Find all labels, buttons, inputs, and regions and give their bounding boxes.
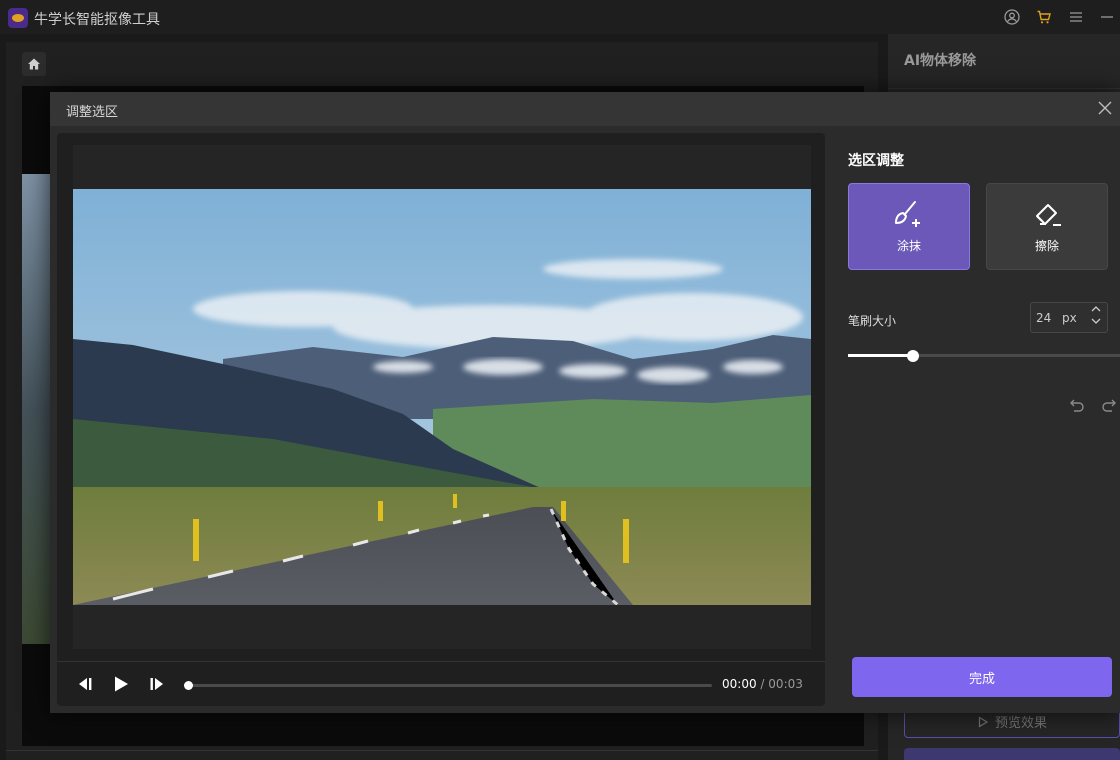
duration: 00:03: [768, 677, 803, 691]
close-icon[interactable]: [1096, 99, 1114, 117]
minimize-icon[interactable]: [1098, 8, 1116, 26]
seek-bar[interactable]: [184, 681, 712, 690]
cart-icon[interactable]: [1035, 8, 1053, 26]
current-time: 00:00: [722, 677, 757, 691]
video-panel: 00:00 / 00:03: [57, 133, 825, 706]
dialog-title: 调整选区: [66, 105, 119, 120]
brush-size-slider-handle[interactable]: [907, 350, 919, 362]
main-video-frame: [22, 174, 52, 644]
undo-icon[interactable]: [1068, 396, 1086, 414]
brush-tool-label: 涂抹: [896, 239, 921, 253]
selection-tools-panel: 选区调整 涂抹 擦除 笔刷大小 24 px 完成: [832, 126, 1120, 713]
video-frame[interactable]: [73, 189, 811, 605]
brush-icon: [895, 201, 920, 227]
erase-tool-label: 擦除: [1034, 239, 1059, 253]
home-icon: [28, 58, 40, 70]
home-button[interactable]: [22, 52, 46, 76]
divider: [888, 88, 1120, 89]
seek-handle[interactable]: [184, 681, 193, 690]
app-logo: [8, 8, 28, 28]
menu-icon[interactable]: [1067, 8, 1085, 26]
tools-title: 选区调整: [848, 153, 904, 169]
landscape-frame: [73, 189, 811, 605]
brush-size-slider-fill: [848, 354, 913, 357]
previous-frame-icon[interactable]: [75, 674, 95, 694]
brush-size-label: 笔刷大小: [848, 314, 897, 328]
title-bar: 牛学长智能抠像工具: [0, 0, 1120, 34]
erase-tool-button[interactable]: 擦除: [986, 183, 1108, 270]
preview-label: 预览效果: [994, 716, 1047, 731]
play-icon[interactable]: [111, 674, 131, 694]
dialog-header: 调整选区: [50, 92, 1120, 126]
app-title: 牛学长智能抠像工具: [34, 12, 160, 28]
redo-icon[interactable]: [1100, 396, 1118, 414]
side-panel-title: AI物体移除: [904, 53, 977, 69]
brush-tool-button[interactable]: 涂抹: [848, 183, 970, 270]
brush-size-unit: px: [1062, 311, 1077, 325]
chevron-up-icon[interactable]: [1091, 305, 1101, 313]
time-display: 00:00 / 00:03: [722, 677, 803, 691]
user-icon[interactable]: [1003, 8, 1021, 26]
player-controls: 00:00 / 00:03: [57, 661, 825, 706]
chevron-down-icon[interactable]: [1091, 317, 1101, 325]
brush-size-value[interactable]: 24: [1036, 311, 1051, 325]
adjust-selection-dialog: 调整选区 00:00 / 00:03 选区调整 涂抹 擦除 笔刷大小 24 px…: [50, 92, 1120, 713]
brush-size-stepper[interactable]: 24 px: [1030, 302, 1108, 333]
eraser-icon: [1036, 204, 1061, 226]
divider: [6, 750, 878, 751]
time-separator: /: [760, 677, 765, 691]
brush-size-slider[interactable]: [848, 350, 1120, 362]
next-frame-icon[interactable]: [147, 674, 167, 694]
export-button[interactable]: [904, 748, 1120, 760]
video-canvas[interactable]: [73, 145, 811, 649]
done-button[interactable]: 完成: [852, 657, 1112, 697]
play-outline-icon: [978, 715, 989, 728]
